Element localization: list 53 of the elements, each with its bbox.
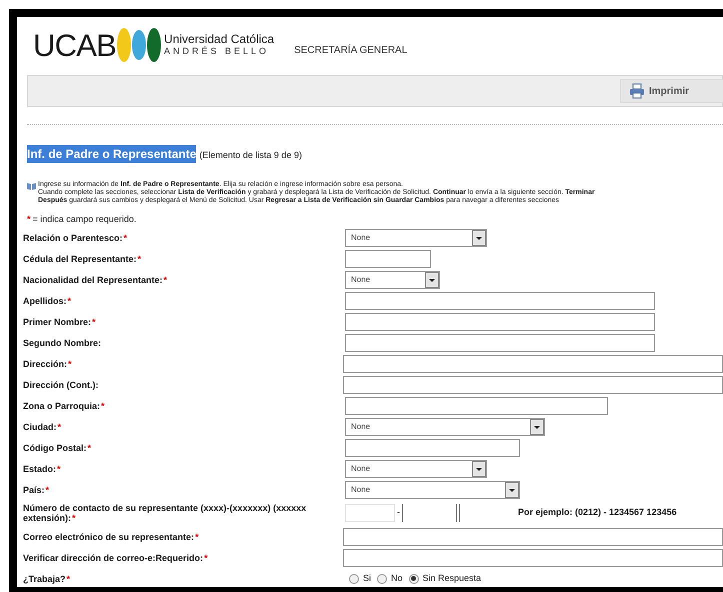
dropdown[interactable]: None (345, 228, 487, 246)
print-button[interactable]: Imprimir (620, 79, 723, 103)
department-title: SECRETARÍA GENERAL (294, 43, 408, 58)
text-field[interactable] (343, 528, 723, 546)
example-text: Por ejemplo: (0212) - 1234567 123456 (518, 506, 677, 520)
field-label: Segundo Nombre: (23, 338, 101, 348)
section-title: Inf. de Padre o Representante (27, 145, 196, 163)
field-label: Zona o Parroquia:* (23, 400, 105, 410)
radio-button[interactable] (408, 574, 419, 584)
dropdown[interactable]: None (345, 418, 545, 436)
field-label: Relación o Parentesco:* (23, 232, 128, 242)
field-label: Correo electrónico de su representante:* (23, 532, 199, 542)
field-label: Código Postal:* (23, 442, 92, 452)
radio-button[interactable] (349, 574, 359, 584)
field-label: Dirección (Cont.): (23, 380, 98, 390)
printer-icon (629, 83, 645, 99)
section-subtitle: (Elemento de lista 9 de 9) (199, 149, 302, 162)
text-field[interactable] (345, 292, 655, 310)
text-field[interactable] (343, 376, 723, 394)
field-label: Apellidos:* (23, 296, 72, 306)
field-label: Nacionalidad del Representante:* (23, 274, 168, 284)
field-label: Número de contacto de su representante (xxxx)-(xxxxxxx) (xxxxxx extensión):* (23, 503, 306, 523)
field-label: Verificar dirección de correo-e:Requerido:* (23, 552, 208, 562)
area-code-field[interactable] (345, 504, 395, 522)
text-field[interactable] (345, 334, 655, 352)
info-icon (27, 182, 36, 190)
required-note: = indica campo requerido. (32, 213, 136, 225)
text-field[interactable] (343, 548, 723, 566)
dropdown[interactable]: None (345, 460, 487, 478)
radio-button[interactable] (377, 574, 388, 584)
text-field[interactable] (343, 354, 723, 372)
dropdown[interactable]: None (345, 270, 440, 288)
logo-icon (116, 25, 162, 65)
field-label: País:* (23, 484, 50, 494)
radio-label: No (391, 572, 403, 585)
university-subname: ANDRÉS BELLO (164, 46, 270, 57)
field-label: Estado:* (23, 464, 61, 474)
field-label: ¿Trabaja?* (23, 574, 70, 584)
radio-label: Si (363, 572, 372, 585)
field-label: Cédula del Representante:* (23, 254, 142, 264)
text-field[interactable] (345, 396, 608, 414)
radio-label: Sin Respuesta (422, 572, 482, 585)
text-field[interactable] (345, 312, 655, 330)
logo-text: UCAB (33, 30, 116, 60)
university-name: Universidad Católica (164, 33, 274, 46)
field-label: Primer Nombre:* (23, 316, 96, 326)
text-field[interactable] (345, 438, 520, 456)
field-label: Dirección:* (23, 358, 72, 368)
separator-text: - (397, 506, 400, 520)
field-label: Ciudad:* (23, 422, 62, 432)
dropdown[interactable]: None (345, 480, 520, 498)
text-field[interactable] (345, 250, 431, 268)
required-mark: * (27, 213, 31, 225)
